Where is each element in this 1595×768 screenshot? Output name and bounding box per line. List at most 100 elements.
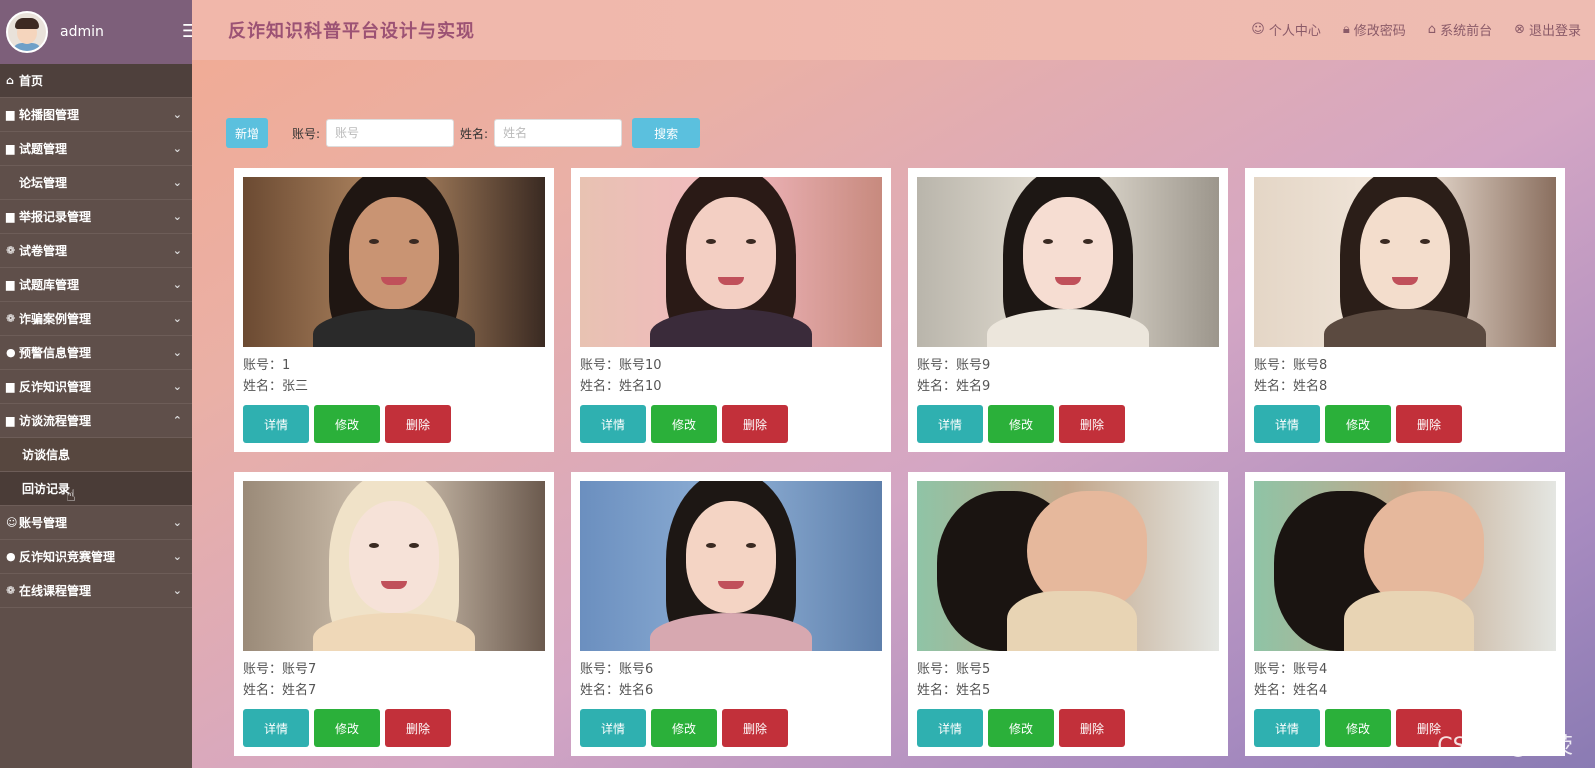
name-value: 姓名10	[619, 379, 662, 394]
account-row: 账号：账号9	[917, 355, 1219, 376]
profile-link-label: 个人中心	[1268, 24, 1321, 39]
user-icon: ☺	[6, 516, 18, 529]
detail-button[interactable]: 详情	[243, 709, 309, 747]
user-card: 账号：1 姓名：张三 详情 修改 删除	[234, 168, 554, 452]
profile-link[interactable]: ☺ 个人中心	[1251, 20, 1321, 39]
account-value: 1	[282, 358, 291, 373]
sidebar-subitem-interview-info[interactable]: 访谈信息	[0, 438, 192, 472]
delete-button[interactable]: 删除	[385, 709, 451, 747]
user-photo	[1254, 177, 1556, 347]
delete-button[interactable]: 删除	[1059, 405, 1125, 443]
document-icon: ▆	[6, 142, 15, 155]
sidebar-item-reports[interactable]: ▆ 举报记录管理 ⌄	[0, 200, 192, 234]
card-actions: 详情 修改 删除	[580, 709, 882, 747]
name-row: 姓名：姓名7	[243, 680, 545, 701]
sidebar-item-questions[interactable]: ▆ 试题管理 ⌄	[0, 132, 192, 166]
sidebar-item-carousel[interactable]: ▆ 轮播图管理 ⌄	[0, 98, 192, 132]
table-icon: ▆	[6, 210, 15, 223]
search-toolbar: 新增 账号: 姓名: 搜索	[226, 118, 701, 148]
delete-button[interactable]: 删除	[722, 709, 788, 747]
user-card: 账号：账号9 姓名：姓名9 详情 修改 删除	[908, 168, 1228, 452]
account-value: 账号9	[956, 358, 991, 373]
name-value: 姓名4	[1293, 683, 1328, 698]
account-field-label: 账号：	[243, 662, 283, 677]
chevron-down-icon: ⌄	[172, 584, 182, 597]
sidebar-item-question-bank[interactable]: ▆ 试题库管理 ⌄	[0, 268, 192, 302]
name-search-input[interactable]	[494, 119, 623, 147]
sidebar-item-label: 反诈知识竞赛管理	[19, 550, 116, 564]
user-photo	[917, 481, 1219, 651]
edit-button[interactable]: 修改	[988, 709, 1054, 747]
detail-button[interactable]: 详情	[1254, 405, 1320, 443]
detail-button[interactable]: 详情	[917, 709, 983, 747]
lock-icon: 🔒︎	[1342, 22, 1350, 37]
account-value: 账号4	[1293, 662, 1328, 677]
user-photo	[243, 481, 545, 651]
detail-button[interactable]: 详情	[917, 405, 983, 443]
search-button[interactable]: 搜索	[632, 118, 701, 148]
sidebar-item-knowledge[interactable]: ▆ 反诈知识管理 ⌄	[0, 370, 192, 404]
edit-button[interactable]: 修改	[651, 405, 717, 443]
chevron-down-icon: ⌄	[172, 516, 182, 529]
frontend-link[interactable]: ⌂ 系统前台	[1428, 20, 1492, 39]
sidebar-item-forum[interactable]: 论坛管理 ⌄	[0, 166, 192, 200]
delete-button[interactable]: 删除	[722, 405, 788, 443]
detail-button[interactable]: 详情	[580, 709, 646, 747]
user-card: 账号：账号7 姓名：姓名7 详情 修改 删除	[234, 472, 554, 756]
sidebar-item-competition[interactable]: ● 反诈知识竞赛管理 ⌄	[0, 540, 192, 574]
sidebar-subitem-label: 回访记录	[22, 482, 71, 496]
avatar[interactable]	[6, 11, 48, 53]
edit-button[interactable]: 修改	[1325, 405, 1391, 443]
edit-button[interactable]: 修改	[314, 709, 380, 747]
table-icon: ▆	[6, 414, 15, 427]
chevron-down-icon: ⌄	[172, 380, 182, 393]
account-field-label: 账号：	[917, 358, 957, 373]
name-row: 姓名：姓名6	[580, 680, 882, 701]
sidebar-item-label: 轮播图管理	[19, 108, 80, 122]
sidebar-item-label: 论坛管理	[19, 176, 68, 190]
edit-button[interactable]: 修改	[651, 709, 717, 747]
sidebar-item-warnings[interactable]: ● 预警信息管理 ⌄	[0, 336, 192, 370]
table-icon: ▆	[6, 380, 15, 393]
logout-link[interactable]: ⊗ 退出登录	[1514, 20, 1581, 39]
sidebar-item-accounts[interactable]: ☺ 账号管理 ⌄	[0, 506, 192, 540]
sidebar-item-courses[interactable]: ❁ 在线课程管理 ⌄	[0, 574, 192, 608]
user-info: 账号：1 姓名：张三	[243, 355, 545, 397]
card-actions: 详情 修改 删除	[917, 709, 1219, 747]
user-card: 账号：账号8 姓名：姓名8 详情 修改 删除	[1245, 168, 1565, 452]
header-links: ☺ 个人中心 🔒︎ 修改密码 ⌂ 系统前台 ⊗ 退出登录	[1251, 20, 1581, 39]
sidebar-item-fraud-cases[interactable]: ❁ 诈骗案例管理 ⌄	[0, 302, 192, 336]
delete-button[interactable]: 删除	[1396, 405, 1462, 443]
page-title: 反诈知识科普平台设计与实现	[228, 21, 475, 42]
delete-button[interactable]: 删除	[385, 405, 451, 443]
sidebar-subitem-followup[interactable]: 回访记录 ☝	[0, 472, 192, 506]
account-search-input[interactable]	[326, 119, 455, 147]
account-row: 账号：账号5	[917, 659, 1219, 680]
add-button[interactable]: 新增	[226, 118, 268, 148]
sidebar-item-exam-papers[interactable]: ❁ 试卷管理 ⌄	[0, 234, 192, 268]
detail-button[interactable]: 详情	[580, 405, 646, 443]
document-icon: ▆	[6, 278, 15, 291]
name-label: 姓名:	[460, 126, 489, 141]
sidebar-item-label: 预警信息管理	[19, 346, 92, 360]
detail-button[interactable]: 详情	[1254, 709, 1320, 747]
edit-button[interactable]: 修改	[1325, 709, 1391, 747]
change-password-link[interactable]: 🔒︎ 修改密码	[1343, 20, 1406, 39]
frontend-link-label: 系统前台	[1440, 24, 1493, 39]
edit-button[interactable]: 修改	[988, 405, 1054, 443]
detail-button[interactable]: 详情	[243, 405, 309, 443]
account-field-label: 账号：	[1254, 662, 1294, 677]
sidebar-header: admin ☰	[0, 0, 198, 64]
edit-button[interactable]: 修改	[314, 405, 380, 443]
circle-icon: ●	[6, 346, 16, 359]
sidebar-item-interview[interactable]: ▆ 访谈流程管理 ⌃	[0, 404, 192, 438]
account-value: 账号8	[1293, 358, 1328, 373]
name-row: 姓名：姓名9	[917, 376, 1219, 397]
sidebar-item-label: 举报记录管理	[19, 210, 92, 224]
delete-button[interactable]: 删除	[1059, 709, 1125, 747]
top-header: 反诈知识科普平台设计与实现 ☺ 个人中心 🔒︎ 修改密码 ⌂ 系统前台 ⊗ 退出…	[192, 0, 1595, 60]
gear-icon: ❁	[6, 584, 16, 597]
sidebar-item-home[interactable]: ⌂ 首页	[0, 64, 192, 98]
name-field-label: 姓名：	[580, 683, 620, 698]
account-label: 账号:	[292, 126, 321, 141]
